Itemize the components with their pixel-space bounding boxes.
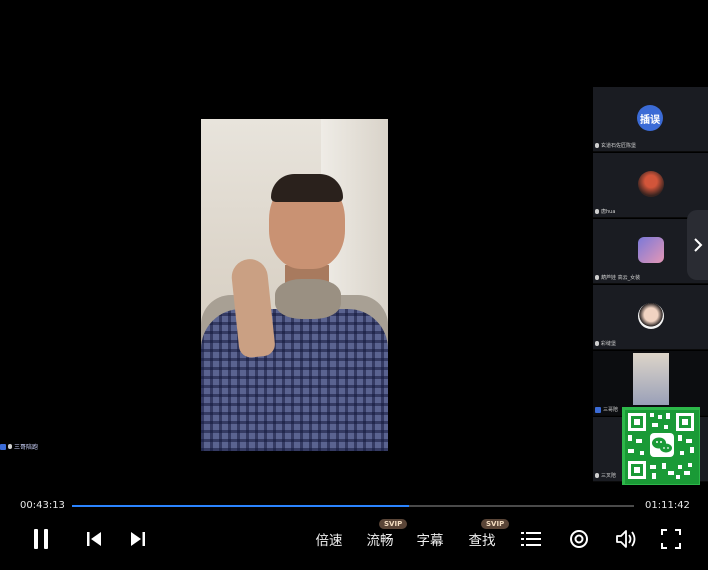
next-button[interactable] bbox=[128, 527, 148, 551]
volume-icon bbox=[616, 530, 636, 548]
avatar bbox=[638, 237, 664, 263]
user-icon bbox=[0, 443, 6, 450]
mic-icon bbox=[595, 143, 599, 148]
playlist-button[interactable] bbox=[520, 527, 542, 551]
participant-name: 三哥陪 bbox=[603, 407, 619, 413]
main-speaker-video[interactable] bbox=[201, 119, 388, 451]
participant-label: 葫芦娃 高云_女装 bbox=[595, 274, 640, 281]
skip-previous-icon bbox=[87, 532, 101, 546]
participant-tile[interactable]: 插误 玄道石佐匠陈堡 bbox=[593, 87, 708, 152]
user-icon bbox=[595, 406, 601, 413]
video-hair bbox=[271, 174, 343, 202]
participant-label: 彩缝堡 bbox=[595, 340, 616, 347]
quality-button[interactable]: 流畅 bbox=[364, 527, 396, 551]
participant-name: 唐hua bbox=[601, 209, 616, 215]
svip-badge: SVIP bbox=[481, 519, 510, 529]
volume-button[interactable] bbox=[615, 527, 637, 551]
participant-name: 葫芦娃 高云_女装 bbox=[601, 275, 641, 281]
fullscreen-icon bbox=[661, 529, 681, 549]
participant-video-thumb bbox=[633, 353, 669, 405]
settings-icon bbox=[570, 530, 588, 548]
speaker-name: 三哥陪跑 bbox=[14, 444, 39, 451]
subtitle-button[interactable]: 字幕 bbox=[414, 527, 446, 551]
speaker-label: 三哥陪跑 bbox=[0, 442, 38, 451]
speed-button[interactable]: 倍速 bbox=[313, 527, 345, 551]
participant-label: 玄道石佐匠陈堡 bbox=[595, 142, 636, 149]
panel-expand-button[interactable] bbox=[687, 210, 708, 280]
participant-label: 三哥陪 bbox=[595, 406, 618, 413]
search-button[interactable]: 查找 bbox=[466, 527, 498, 551]
list-icon bbox=[521, 532, 541, 546]
participant-tile[interactable]: 唐hua bbox=[593, 153, 708, 218]
current-time: 00:43:13 bbox=[20, 500, 65, 511]
mic-icon bbox=[8, 444, 12, 449]
progress-fill bbox=[72, 505, 410, 507]
progress-bar[interactable] bbox=[72, 505, 634, 507]
participant-tile[interactable]: 彩缝堡 bbox=[593, 285, 708, 350]
mic-icon bbox=[595, 275, 599, 280]
total-time: 01:11:42 bbox=[645, 500, 690, 511]
pause-button[interactable] bbox=[30, 527, 52, 551]
video-scarf bbox=[275, 279, 341, 319]
skip-next-icon bbox=[131, 532, 145, 546]
wechat-qr-code bbox=[622, 407, 700, 485]
participant-name: 玄道石佐匠陈堡 bbox=[601, 143, 637, 149]
mic-icon bbox=[595, 341, 599, 346]
participant-name: 彩缝堡 bbox=[601, 341, 617, 347]
participant-badge: 插误 bbox=[637, 105, 663, 131]
pause-icon bbox=[34, 529, 48, 549]
settings-button[interactable] bbox=[568, 527, 590, 551]
mic-icon bbox=[595, 209, 599, 214]
avatar bbox=[638, 303, 664, 329]
svip-badge: SVIP bbox=[379, 519, 408, 529]
participant-name: 三叉陪 bbox=[601, 473, 617, 479]
chevron-right-icon bbox=[693, 238, 702, 252]
video-shirt bbox=[201, 309, 388, 451]
fullscreen-button[interactable] bbox=[660, 527, 682, 551]
participant-label: 三叉陪 bbox=[595, 472, 616, 479]
participant-label: 唐hua bbox=[595, 208, 615, 215]
mic-icon bbox=[595, 473, 599, 478]
previous-button[interactable] bbox=[84, 527, 104, 551]
avatar bbox=[638, 171, 664, 197]
